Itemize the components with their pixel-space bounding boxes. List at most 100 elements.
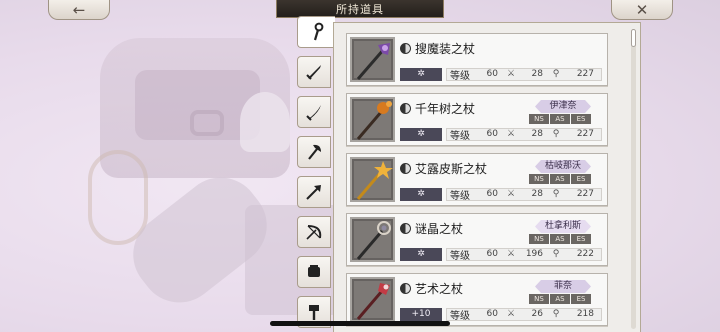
magic-value: 218 xyxy=(576,309,594,319)
close-button[interactable]: ✕ xyxy=(611,0,673,20)
item-name-row: 搜魔装之杖 xyxy=(400,40,475,57)
attack-value: 28 xyxy=(531,189,543,199)
magic-value: 222 xyxy=(576,249,594,259)
skill-badges: NS AS ES xyxy=(528,234,591,244)
item-stats: ✲ 等级 60 ⚔ 28 ⚲ 227 xyxy=(400,187,602,202)
refine-badge: ✲ xyxy=(400,187,442,201)
tab-staff[interactable] xyxy=(297,16,335,48)
level-label: 等级 xyxy=(450,310,470,322)
item-card[interactable]: 千年树之杖 伊津奈 NS AS ES ✲ 等级 60 ⚔ 28 ⚲ 227 xyxy=(346,93,608,146)
hourglass-illustration xyxy=(88,150,148,245)
staff-stat-icon: ⚲ xyxy=(552,249,560,259)
item-card[interactable]: 艾露皮斯之杖 枯岐那沃 NS AS ES ✲ 等级 60 ⚔ 28 ⚲ 227 xyxy=(346,153,608,206)
owner-tag: 伊津奈 xyxy=(535,100,591,113)
level-value: 60 xyxy=(486,249,498,259)
item-thumbnail xyxy=(350,277,395,322)
sword-stat-icon: ⚔ xyxy=(506,309,516,319)
dark-staff-icon xyxy=(356,221,391,260)
item-name: 千年树之杖 xyxy=(415,102,476,116)
stat-box: 等级 60 ⚔ 28 ⚲ 227 xyxy=(446,67,602,82)
level-value: 60 xyxy=(486,69,498,79)
badge-as: AS xyxy=(550,294,570,304)
orange-staff-icon xyxy=(356,101,392,140)
sword-stat-icon: ⚔ xyxy=(506,69,516,79)
magic-value: 227 xyxy=(576,189,594,199)
weapon-category-tabs xyxy=(297,16,335,332)
tab-fist[interactable] xyxy=(297,256,331,288)
badge-as: AS xyxy=(550,114,570,124)
tab-axe[interactable] xyxy=(297,136,331,168)
tab-blade[interactable] xyxy=(297,96,331,128)
attack-value: 28 xyxy=(531,129,543,139)
level-value: 60 xyxy=(486,309,498,319)
badge-ns: NS xyxy=(529,114,549,124)
sword-stat-icon: ⚔ xyxy=(506,249,516,259)
bow-icon xyxy=(306,225,322,240)
arrow-icon xyxy=(306,185,321,200)
refine-badge: +10 xyxy=(400,307,442,321)
skill-badges: NS AS ES xyxy=(528,114,591,124)
yin-yang-icon xyxy=(400,283,411,294)
staff-icon xyxy=(313,22,323,41)
owner-tag: 枯岐那沃 xyxy=(535,160,591,173)
level-label: 等级 xyxy=(450,190,470,202)
item-thumbnail xyxy=(350,217,395,262)
cone-illustration xyxy=(240,92,290,152)
level-value: 60 xyxy=(486,129,498,139)
refine-badge: ✲ xyxy=(400,247,442,261)
item-stats: ✲ 等级 60 ⚔ 28 ⚲ 227 xyxy=(400,67,602,82)
item-card[interactable]: 搜魔装之杖 ✲ 等级 60 ⚔ 28 ⚲ 227 xyxy=(346,33,608,86)
level-label: 等级 xyxy=(450,130,470,142)
staff-stat-icon: ⚲ xyxy=(552,309,560,319)
item-list-panel[interactable]: 搜魔装之杖 ✲ 等级 60 ⚔ 28 ⚲ 227 千年树之杖 伊津奈 NS AS… xyxy=(333,22,641,332)
item-card[interactable]: 谜晶之杖 杜拿利斯 NS AS ES ✲ 等级 60 ⚔ 196 ⚲ 222 xyxy=(346,213,608,266)
item-name: 艾露皮斯之杖 xyxy=(415,162,488,176)
back-button[interactable]: ← xyxy=(48,0,110,20)
golden-staff-icon xyxy=(356,161,393,200)
item-name-row: 艺术之杖 xyxy=(400,280,463,297)
item-name: 搜魔装之杖 xyxy=(415,42,476,56)
yin-yang-icon xyxy=(400,103,411,114)
close-icon: ✕ xyxy=(635,0,649,19)
tab-arrow[interactable] xyxy=(297,176,331,208)
item-stats: ✲ 等级 60 ⚔ 196 ⚲ 222 xyxy=(400,247,602,262)
list-scrollbar[interactable] xyxy=(631,29,636,329)
badge-as: AS xyxy=(550,174,570,184)
badge-es: ES xyxy=(571,174,591,184)
yin-yang-icon xyxy=(400,223,411,234)
hammer-icon xyxy=(309,305,319,320)
level-label: 等级 xyxy=(450,70,470,82)
yin-yang-icon xyxy=(400,163,411,174)
refine-badge: ✲ xyxy=(400,127,442,141)
back-arrow-icon: ← xyxy=(72,0,86,19)
badge-es: ES xyxy=(571,234,591,244)
item-name: 艺术之杖 xyxy=(415,282,464,296)
staff-stat-icon: ⚲ xyxy=(552,129,560,139)
blade-icon xyxy=(306,105,321,121)
item-thumbnail xyxy=(350,97,395,142)
fist-icon xyxy=(308,265,320,277)
sword-stat-icon: ⚔ xyxy=(506,129,516,139)
owner-tag: 杜拿利斯 xyxy=(535,220,591,233)
staff-stat-icon: ⚲ xyxy=(552,189,560,199)
item-name: 谜晶之杖 xyxy=(415,222,464,236)
stat-box: 等级 60 ⚔ 26 ⚲ 218 xyxy=(446,307,602,322)
axe-icon xyxy=(308,144,321,160)
staff-stat-icon: ⚲ xyxy=(552,69,560,79)
buckle-illustration xyxy=(190,110,224,136)
attack-value: 26 xyxy=(531,309,543,319)
item-stats: ✲ 等级 60 ⚔ 28 ⚲ 227 xyxy=(400,127,602,142)
stat-box: 等级 60 ⚔ 196 ⚲ 222 xyxy=(446,247,602,262)
item-name-row: 艾露皮斯之杖 xyxy=(400,160,487,177)
tab-bow[interactable] xyxy=(297,216,331,248)
item-card[interactable]: 艺术之杖 菲奈 NS AS ES +10 等级 60 ⚔ 26 ⚲ 218 xyxy=(346,273,608,326)
item-name-row: 谜晶之杖 xyxy=(400,220,463,237)
attack-value: 196 xyxy=(525,249,543,259)
skill-badges: NS AS ES xyxy=(528,294,591,304)
magic-value: 227 xyxy=(576,129,594,139)
badge-as: AS xyxy=(550,234,570,244)
tab-sword[interactable] xyxy=(297,56,331,88)
scrollbar-thumb[interactable] xyxy=(631,29,636,47)
red-staff-icon xyxy=(356,283,390,320)
home-indicator[interactable] xyxy=(270,321,450,326)
